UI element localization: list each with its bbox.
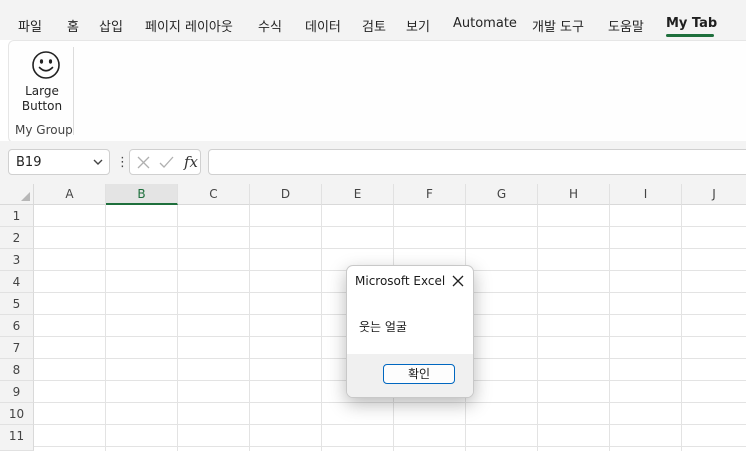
chevron-down-icon[interactable]: [93, 159, 103, 166]
column-header[interactable]: G: [466, 184, 538, 205]
tab-insert[interactable]: 삽입: [99, 16, 123, 35]
group-separator: [73, 47, 74, 135]
dialog-footer: 확인: [347, 354, 473, 397]
tab-help[interactable]: 도움말: [608, 16, 644, 35]
grid-line: [609, 205, 610, 451]
column-header[interactable]: H: [538, 184, 610, 205]
smiley-face-icon: [32, 51, 60, 79]
tab-automate[interactable]: Automate: [453, 16, 517, 31]
formula-buttons: fx: [129, 149, 201, 175]
ok-button[interactable]: 확인: [383, 364, 455, 384]
tab-view[interactable]: 보기: [406, 16, 430, 35]
tab-developer[interactable]: 개발 도구: [532, 16, 584, 35]
row-header[interactable]: 1: [0, 205, 34, 227]
grid-line: [681, 205, 682, 451]
column-header[interactable]: E: [322, 184, 394, 205]
close-icon[interactable]: [449, 272, 467, 290]
row-header[interactable]: 4: [0, 271, 34, 293]
tab-review[interactable]: 검토: [362, 16, 386, 35]
grid-line: [321, 205, 322, 451]
grid-line: [177, 205, 178, 451]
tab-page-layout[interactable]: 페이지 레이아웃: [145, 16, 233, 35]
grid-line: [34, 424, 746, 425]
active-tab-indicator: [666, 34, 714, 37]
row-header[interactable]: 10: [0, 403, 34, 425]
dialog-title: Microsoft Excel: [355, 274, 446, 288]
tab-data[interactable]: 데이터: [305, 16, 341, 35]
ribbon-group-label: My Group: [15, 123, 73, 137]
row-header[interactable]: 2: [0, 227, 34, 249]
message-box-dialog: Microsoft Excel 웃는 얼굴 확인: [346, 265, 474, 398]
select-all-corner[interactable]: [0, 184, 34, 205]
tab-formulas[interactable]: 수식: [258, 16, 282, 35]
grid-line: [249, 205, 250, 451]
large-button-label-line2: Button: [21, 99, 63, 113]
row-header[interactable]: 8: [0, 359, 34, 381]
menu-bar: 파일 홈 삽입 페이지 레이아웃 수식 데이터 검토 보기 Automate 개…: [0, 0, 746, 40]
row-header[interactable]: 6: [0, 315, 34, 337]
column-header[interactable]: D: [250, 184, 322, 205]
column-header[interactable]: I: [610, 184, 682, 205]
grid-line: [537, 205, 538, 451]
formula-input[interactable]: [208, 149, 746, 175]
cancel-icon[interactable]: [137, 156, 150, 169]
column-header[interactable]: A: [34, 184, 106, 205]
insert-function-icon[interactable]: fx: [184, 153, 198, 171]
dialog-message: 웃는 얼굴: [359, 320, 407, 334]
tab-my-tab[interactable]: My Tab: [666, 16, 717, 31]
grid-line: [34, 248, 746, 249]
grid-line: [34, 402, 746, 403]
more-options-icon[interactable]: ⋮: [116, 155, 129, 170]
ribbon: Large Button My Group: [8, 40, 746, 143]
row-header[interactable]: 5: [0, 293, 34, 315]
enter-check-icon[interactable]: [159, 156, 174, 169]
row-header[interactable]: 9: [0, 381, 34, 403]
name-box-value: B19: [16, 155, 42, 170]
formula-bar: B19 ⋮ fx: [0, 141, 746, 184]
column-header[interactable]: C: [178, 184, 250, 205]
row-header[interactable]: 3: [0, 249, 34, 271]
tab-file[interactable]: 파일: [18, 16, 42, 35]
row-header[interactable]: 7: [0, 337, 34, 359]
tab-home[interactable]: 홈: [67, 16, 79, 35]
grid-line: [105, 205, 106, 451]
large-button[interactable]: Large Button: [13, 47, 71, 117]
column-header[interactable]: J: [682, 184, 746, 205]
row-header[interactable]: 11: [0, 425, 34, 451]
name-box[interactable]: B19: [8, 149, 110, 175]
grid-line: [34, 446, 746, 447]
large-button-label-line1: Large: [25, 84, 59, 98]
grid-line: [34, 226, 746, 227]
column-header-selected[interactable]: B: [106, 184, 178, 205]
column-header[interactable]: F: [394, 184, 466, 205]
